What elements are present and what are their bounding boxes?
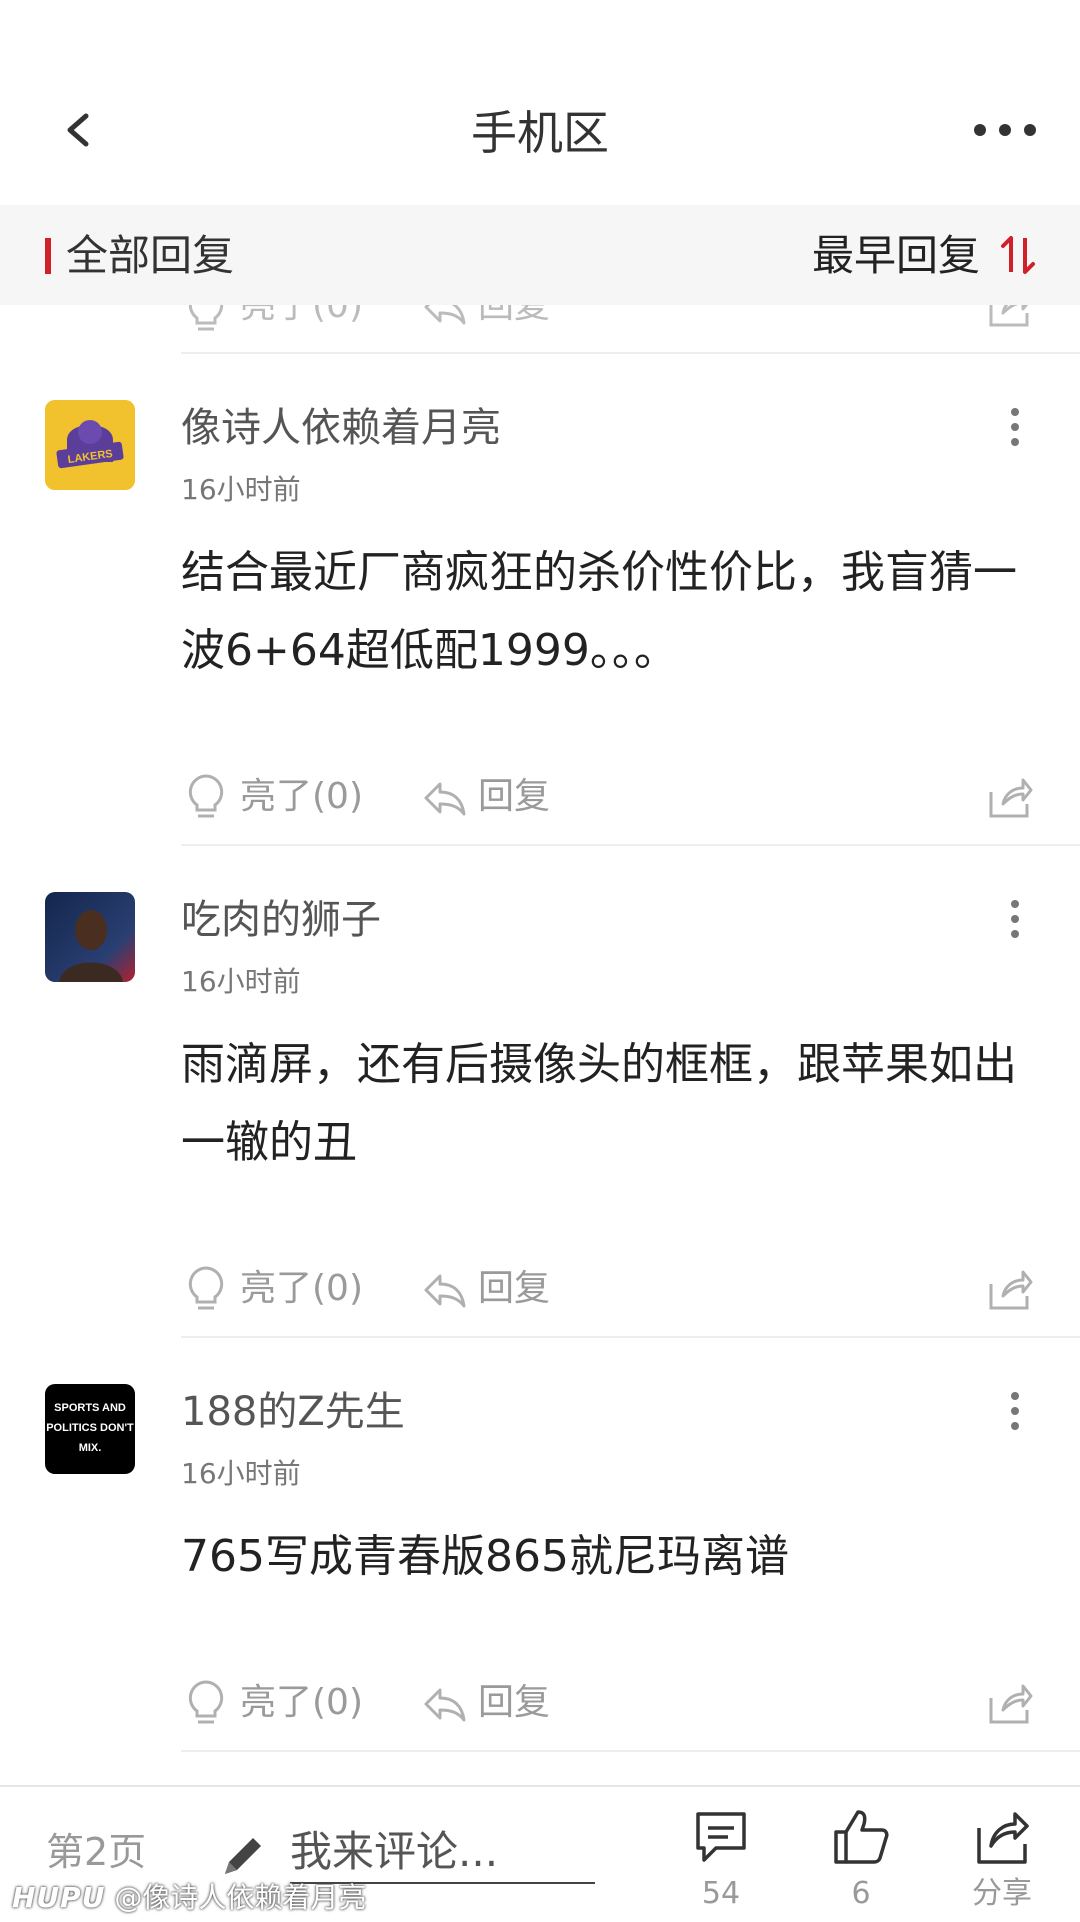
- like-label[interactable]: 亮了(0): [240, 1678, 363, 1728]
- author-name[interactable]: 188的Z先生: [181, 1384, 405, 1440]
- page-number-button[interactable]: 第2页: [46, 1824, 146, 1880]
- lightbulb-icon: [188, 1266, 224, 1310]
- like-post-button[interactable]: [830, 1806, 892, 1868]
- comment-menu-button[interactable]: [1000, 402, 1030, 452]
- lightbulb-icon[interactable]: [181, 305, 231, 337]
- author-name[interactable]: 像诗人依赖着月亮: [181, 400, 501, 456]
- reply-label[interactable]: 回复: [478, 1264, 550, 1314]
- more-vertical-icon: [1011, 900, 1019, 938]
- like-label: 亮了(0): [240, 305, 363, 326]
- reply-label: 回复: [478, 305, 551, 326]
- share-icon: [989, 778, 1033, 818]
- share-icon: [989, 1270, 1033, 1310]
- avatar[interactable]: LAKERS: [45, 400, 135, 490]
- share-button[interactable]: [985, 1680, 1035, 1728]
- watermark-text: @像诗人依赖着月亮: [114, 1881, 367, 1914]
- reply-button[interactable]: [420, 1266, 468, 1314]
- pen-icon: [215, 1828, 271, 1884]
- reply-arrow-icon: [424, 782, 466, 816]
- sort-toggle-icon: [1001, 236, 1035, 274]
- comment-count: 54: [701, 1876, 741, 1911]
- timestamp: 16小时前: [181, 473, 301, 506]
- like-button[interactable]: [181, 1676, 231, 1730]
- more-horizontal-icon: [974, 124, 1036, 136]
- share-icon[interactable]: [985, 305, 1035, 331]
- like-button[interactable]: [181, 770, 231, 824]
- divider: [181, 1750, 1080, 1752]
- sort-toggle-button[interactable]: [998, 230, 1038, 280]
- avatar[interactable]: [45, 892, 135, 982]
- lightbulb-icon: [188, 1680, 224, 1724]
- thumbs-up-icon: [834, 1810, 889, 1864]
- reply-label[interactable]: 回复: [478, 772, 550, 822]
- share-button[interactable]: [985, 1266, 1035, 1314]
- section-marker: [45, 238, 51, 274]
- reply-button[interactable]: [420, 774, 468, 822]
- share-icon: [977, 1812, 1029, 1864]
- previous-comment-actions: 亮了(0) 回复: [0, 305, 1080, 353]
- like-count: 6: [851, 1876, 871, 1911]
- avatar-text-line: SPORTS AND: [54, 1402, 126, 1414]
- avatar-text-line: POLITICS DON'T: [46, 1422, 134, 1434]
- share-post-button[interactable]: [971, 1806, 1033, 1868]
- comment-input[interactable]: [290, 1820, 595, 1884]
- comment-menu-button[interactable]: [1000, 894, 1030, 944]
- reply-arrow-icon: [424, 1274, 466, 1308]
- avatar[interactable]: SPORTS AND POLITICS DON'T MIX.: [45, 1384, 135, 1474]
- reply-button[interactable]: [420, 1680, 468, 1728]
- lightbulb-icon: [188, 774, 224, 818]
- reply-label[interactable]: 回复: [478, 1678, 550, 1728]
- page-title: 手机区: [471, 106, 609, 160]
- sort-order-button[interactable]: 最早回复: [700, 226, 980, 286]
- more-options-button[interactable]: [970, 110, 1040, 150]
- share-button[interactable]: [985, 774, 1035, 822]
- avatar-text-line: MIX.: [78, 1442, 102, 1454]
- like-label[interactable]: 亮了(0): [240, 1264, 363, 1314]
- comment-text: 雨滴屏，还有后摄像头的框框，跟苹果如出一辙的丑: [181, 1039, 1017, 1168]
- like-button[interactable]: [181, 1262, 231, 1316]
- like-label[interactable]: 亮了(0): [240, 772, 363, 822]
- more-vertical-icon: [1011, 408, 1019, 446]
- comment-item: LAKERS 像诗人依赖着月亮 16小时前 结合最近厂商疯狂的杀价性价比，我盲猜…: [0, 354, 1080, 846]
- comment-text: 结合最近厂商疯狂的杀价性价比，我盲猜一波6+64超低配1999。。。: [181, 547, 1017, 676]
- comment-text: 765写成青春版865就尼玛离谱: [181, 1531, 789, 1582]
- reply-arrow-icon[interactable]: [420, 305, 468, 331]
- comment-item: 吃肉的狮子 16小时前 雨滴屏，还有后摄像头的框框，跟苹果如出一辙的丑 亮了(0…: [0, 846, 1080, 1338]
- all-replies-label: 全部回复: [66, 231, 235, 280]
- author-name[interactable]: 吃肉的狮子: [181, 892, 381, 948]
- comments-button[interactable]: [690, 1806, 752, 1868]
- reply-arrow-icon: [424, 1688, 466, 1722]
- watermark-brand: HUPU: [12, 1881, 106, 1914]
- comment-menu-button[interactable]: [1000, 1386, 1030, 1436]
- watermark: HUPU @像诗人依赖着月亮: [12, 1880, 366, 1916]
- more-vertical-icon: [1011, 1392, 1019, 1430]
- share-icon: [989, 1684, 1033, 1724]
- share-label[interactable]: 分享: [952, 1874, 1052, 1914]
- timestamp: 16小时前: [181, 1457, 301, 1490]
- comment-item: SPORTS AND POLITICS DON'T MIX. 188的Z先生 1…: [0, 1338, 1080, 1752]
- timestamp: 16小时前: [181, 965, 301, 998]
- comment-bubble-icon: [696, 1812, 746, 1862]
